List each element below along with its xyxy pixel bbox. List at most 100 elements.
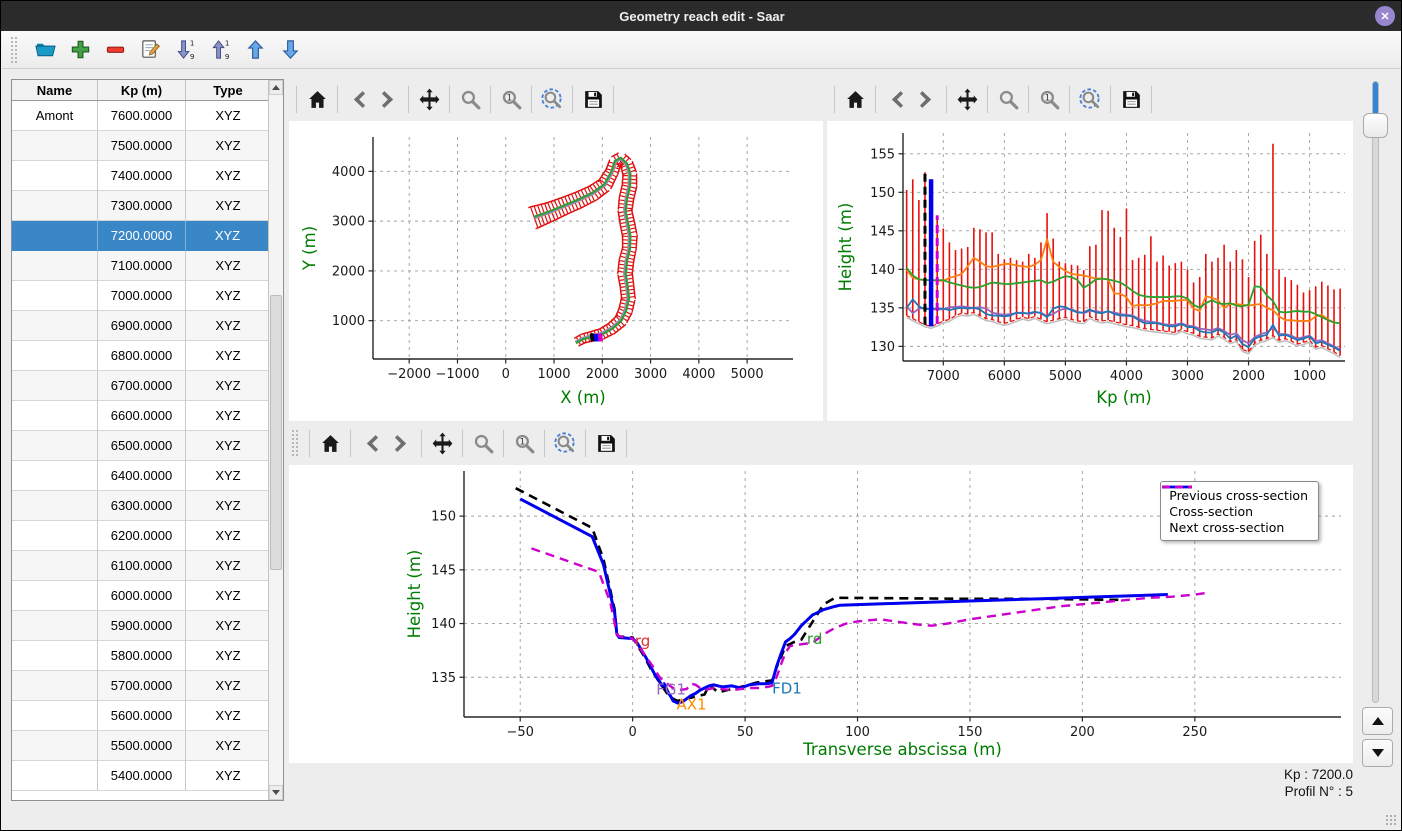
svg-text:155: 155	[870, 147, 895, 162]
profile-slider-handle[interactable]	[1363, 113, 1388, 138]
table-cell: 7500.0000	[98, 131, 186, 161]
table-row[interactable]: 6400.0000XYZ	[12, 461, 270, 491]
sort-ascending-button[interactable]: 1 9	[207, 37, 233, 63]
table-row[interactable]: 5500.0000XYZ	[12, 731, 270, 761]
zoom-1-button[interactable]: 1	[509, 428, 539, 458]
home-button[interactable]	[302, 84, 332, 114]
zoom-selection-button[interactable]	[550, 428, 580, 458]
status-readout: Kp : 7200.0 Profil N° : 5	[1284, 766, 1353, 800]
zoom-selection-button[interactable]	[537, 84, 567, 114]
edit-button[interactable]	[137, 37, 163, 63]
next-profile-button[interactable]	[1362, 739, 1393, 767]
previous-profile-button[interactable]	[1362, 707, 1393, 735]
zoom-1-button[interactable]: 1	[496, 84, 526, 114]
table-row[interactable]: 6100.0000XYZ	[12, 551, 270, 581]
pan-button[interactable]	[414, 84, 444, 114]
add-row-button[interactable]	[67, 37, 93, 63]
arrow-up-icon	[244, 38, 267, 61]
pan-button[interactable]	[952, 84, 982, 114]
svg-text:−2000: −2000	[387, 367, 431, 382]
table-row[interactable]: 7500.0000XYZ	[12, 131, 270, 161]
long-profile-figure[interactable]: 7000600050004000300020001000130135140145…	[827, 121, 1353, 421]
svg-text:135: 135	[431, 671, 456, 686]
toolbar-separator	[613, 86, 614, 113]
pan-button[interactable]	[427, 428, 457, 458]
toolbar-separator	[1069, 86, 1070, 113]
table-cell	[12, 461, 98, 491]
cross-section-figure[interactable]: Previous cross-sectionCross-sectionNext …	[289, 465, 1353, 763]
table-cell: 6100.0000	[98, 551, 186, 581]
table-row[interactable]: 6600.0000XYZ	[12, 401, 270, 431]
table-row[interactable]: 7000.0000XYZ	[12, 281, 270, 311]
table-row[interactable]: 7200.0000XYZ	[12, 221, 270, 251]
forward-button[interactable]	[373, 84, 403, 114]
forward-button[interactable]	[386, 428, 416, 458]
zoom-selection-button[interactable]	[1075, 84, 1105, 114]
table-row[interactable]: 7100.0000XYZ	[12, 251, 270, 281]
table-row[interactable]: 5900.0000XYZ	[12, 611, 270, 641]
svg-text:150: 150	[958, 725, 983, 740]
table-row[interactable]: 5600.0000XYZ	[12, 701, 270, 731]
scroll-up-button[interactable]	[269, 80, 283, 95]
toolbar-grip[interactable]	[10, 36, 17, 64]
zoom-button[interactable]	[455, 84, 485, 114]
zoom-button[interactable]	[993, 84, 1023, 114]
table-row[interactable]: 6900.0000XYZ	[12, 311, 270, 341]
table-row[interactable]: 6200.0000XYZ	[12, 521, 270, 551]
save-button[interactable]	[578, 84, 608, 114]
table-cell	[12, 761, 98, 791]
table-cell	[12, 701, 98, 731]
back-button[interactable]	[343, 84, 373, 114]
table-cell: XYZ	[186, 461, 270, 491]
table-row[interactable]: 5700.0000XYZ	[12, 671, 270, 701]
table-row[interactable]: 5800.0000XYZ	[12, 641, 270, 671]
save-button[interactable]	[1116, 84, 1146, 114]
home-button[interactable]	[840, 84, 870, 114]
table-row[interactable]: Amont7600.0000XYZ	[12, 101, 270, 131]
toolbar-grip[interactable]	[291, 429, 298, 457]
save-button[interactable]	[591, 428, 621, 458]
arrow-down-icon	[279, 38, 302, 61]
svg-text:0: 0	[502, 367, 510, 382]
home-button[interactable]	[315, 428, 345, 458]
svg-text:145: 145	[431, 563, 456, 578]
plus-icon	[69, 38, 92, 61]
svg-text:4000: 4000	[682, 367, 715, 382]
svg-text:Height (m): Height (m)	[405, 550, 424, 639]
table-scrollbar[interactable]	[268, 80, 283, 800]
column-header-kp[interactable]: Kp (m)	[98, 80, 186, 100]
zoom-1-button[interactable]: 1	[1034, 84, 1064, 114]
scroll-down-button[interactable]	[269, 785, 283, 800]
table-row[interactable]: 6800.0000XYZ	[12, 341, 270, 371]
svg-text:5000: 5000	[1049, 369, 1082, 384]
table-cell	[12, 311, 98, 341]
move-down-button[interactable]	[277, 37, 303, 63]
table-row[interactable]: 7400.0000XYZ	[12, 161, 270, 191]
open-button[interactable]	[32, 37, 58, 63]
back-button[interactable]	[881, 84, 911, 114]
table-row[interactable]: 6300.0000XYZ	[12, 491, 270, 521]
zoom-selection-icon	[540, 87, 565, 112]
save-icon	[594, 431, 619, 456]
close-button[interactable]: ✕	[1375, 6, 1395, 26]
table-row[interactable]: 7300.0000XYZ	[12, 191, 270, 221]
table-row[interactable]: 5400.0000XYZ	[12, 761, 270, 791]
table-row[interactable]: 6500.0000XYZ	[12, 431, 270, 461]
table-cell: 7200.0000	[98, 221, 186, 251]
resize-grip[interactable]	[1385, 814, 1397, 826]
column-header-type[interactable]: Type	[186, 80, 270, 100]
plan-view-figure[interactable]: −2000−1000010002000300040005000100020003…	[289, 121, 823, 421]
move-up-button[interactable]	[242, 37, 268, 63]
table-cell	[12, 191, 98, 221]
back-button[interactable]	[356, 428, 386, 458]
scrollbar-thumb[interactable]	[270, 295, 282, 570]
table-cell: XYZ	[186, 611, 270, 641]
forward-button[interactable]	[911, 84, 941, 114]
column-header-name[interactable]: Name	[12, 80, 98, 100]
profile-slider-track[interactable]	[1372, 81, 1379, 703]
table-row[interactable]: 6700.0000XYZ	[12, 371, 270, 401]
remove-row-button[interactable]	[102, 37, 128, 63]
table-row[interactable]: 6000.0000XYZ	[12, 581, 270, 611]
sort-descending-button[interactable]: 1 9	[172, 37, 198, 63]
zoom-button[interactable]	[468, 428, 498, 458]
